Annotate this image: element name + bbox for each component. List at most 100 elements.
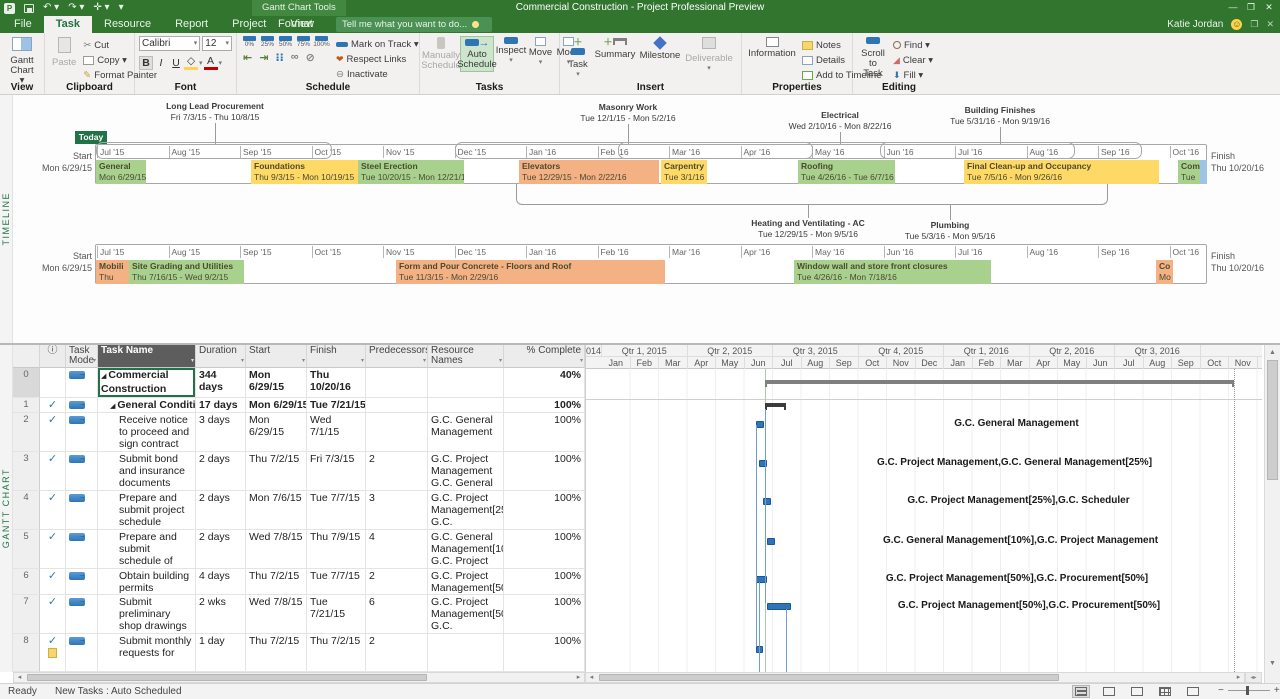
task-mode-cell[interactable] — [66, 398, 98, 413]
resource-names-cell[interactable]: G.C. General Management[10 G.C. Project — [428, 530, 504, 569]
timeline-callout[interactable]: Masonry WorkTue 12/1/15 - Mon 5/2/16 — [580, 102, 675, 124]
table-row[interactable]: 4✓Prepare and submit project schedule2 d… — [13, 491, 585, 530]
find-button[interactable]: Find ▾ — [893, 38, 933, 52]
predecessors-cell[interactable] — [366, 398, 428, 413]
predecessors-cell[interactable]: 2 — [366, 452, 428, 491]
timeline-band-2[interactable]: Jul '15Aug '15Sep '15Oct '15Nov '15Dec '… — [95, 244, 1207, 284]
resource-names-cell[interactable]: G.C. General Management — [428, 413, 504, 452]
finish-cell[interactable]: Tue 7/21/15 — [307, 595, 366, 634]
filter-arrow-icon[interactable]: ▾ — [93, 356, 96, 366]
insert-task-button[interactable]: ＋ Task▾ — [564, 36, 592, 81]
percent-complete-cell[interactable]: 100% — [504, 595, 585, 634]
resource-names-cell[interactable]: G.C. Project Management[25 G.C. Schedule… — [428, 491, 504, 530]
gantt-summary-bar[interactable] — [765, 380, 1234, 387]
table-row[interactable]: 6✓Obtain building permits4 daysThu 7/2/1… — [13, 569, 585, 595]
predecessors-cell[interactable]: 6 — [366, 595, 428, 634]
scrollbar-split-handle[interactable]: ◂▸ — [1245, 672, 1262, 683]
gantt-scroll-right-arrow[interactable]: ▸ — [1233, 673, 1244, 682]
start-cell[interactable]: Mon 6/29/15 — [246, 368, 307, 398]
row-info-cell[interactable]: ✓ — [40, 413, 66, 452]
timeline-task-bar[interactable]: ElevatorsTue 12/29/15 - Mon 2/22/16 — [519, 160, 659, 184]
row-info-cell[interactable]: ✓ — [40, 595, 66, 634]
manually-schedule-button[interactable]: Manually Schedule — [424, 36, 458, 72]
filter-arrow-icon[interactable]: ▾ — [580, 356, 583, 366]
background-color-button[interactable]: ◇ — [184, 55, 198, 70]
tab-format[interactable]: Format — [266, 16, 325, 33]
tab-resource[interactable]: Resource — [92, 16, 163, 33]
filter-arrow-icon[interactable]: ▾ — [241, 356, 244, 366]
timeline-task-bar[interactable]: Steel ErectionTue 10/20/15 - Mon 12/21/1… — [358, 160, 464, 184]
filter-arrow-icon[interactable]: ▾ — [361, 356, 364, 366]
font-size-combo[interactable]: 12▾ — [202, 36, 232, 51]
percent-complete-cell[interactable]: 100% — [504, 569, 585, 595]
underline-button[interactable]: U — [169, 57, 183, 69]
table-row[interactable]: 8✓Submit monthly requests for1 dayThu 7/… — [13, 634, 585, 672]
gantt-scroll-left-arrow[interactable]: ◂ — [586, 673, 597, 682]
gantt-summary-bar[interactable] — [765, 403, 786, 410]
table-horizontal-scrollbar[interactable]: ◂ ▸ — [13, 672, 585, 683]
task-mode-cell[interactable] — [66, 569, 98, 595]
paste-button[interactable]: Paste — [49, 36, 79, 82]
percent-complete-cell[interactable]: 100% — [504, 398, 585, 413]
zoom-out-button[interactable]: − — [1218, 685, 1224, 696]
table-row[interactable]: 0◢Commercial Construction344 daysMon 6/2… — [13, 368, 585, 398]
collapse-ribbon-icon[interactable]: ✕ — [1266, 19, 1274, 30]
share-icon[interactable]: ❐ — [1250, 19, 1258, 30]
duration-cell[interactable]: 3 days — [196, 413, 246, 452]
task-name-cell[interactable]: Prepare and submit schedule of — [98, 530, 196, 569]
task-mode-cell[interactable] — [66, 368, 98, 398]
predecessors-cell[interactable] — [366, 413, 428, 452]
table-row[interactable]: 3✓Submit bond and insurance documents2 d… — [13, 452, 585, 491]
column-header-Finish[interactable]: Finish▾ — [307, 345, 366, 368]
unlink-tasks-icon[interactable]: ⇤ — [243, 51, 252, 64]
duration-cell[interactable]: 2 days — [196, 530, 246, 569]
customize-qat-icon[interactable]: ▾ — [119, 2, 124, 14]
task-name-cell[interactable]: Submit preliminary shop drawings — [98, 595, 196, 634]
percent-complete-75%-button[interactable]: 75% — [295, 36, 312, 48]
unlink-icon[interactable]: ⊘ — [306, 51, 315, 64]
percent-complete-0%-button[interactable]: 0% — [241, 36, 258, 48]
timeline-callout[interactable]: Heating and Ventilating - ACTue 12/29/15… — [751, 218, 865, 240]
percent-complete-cell[interactable]: 40% — [504, 368, 585, 398]
zoom-in-button[interactable]: + — [1274, 685, 1280, 696]
task-mode-cell[interactable] — [66, 491, 98, 530]
row-info-cell[interactable]: ✓ — [40, 634, 66, 672]
row-number[interactable]: 5 — [13, 530, 40, 569]
filter-arrow-icon[interactable]: ▾ — [499, 356, 502, 366]
table-row[interactable]: 5✓Prepare and submit schedule of2 daysWe… — [13, 530, 585, 569]
scroll-to-task-button[interactable]: Scroll to Task — [857, 36, 889, 82]
column-header-Predecessors[interactable]: Predecessors▾ — [366, 345, 428, 368]
task-mode-cell[interactable] — [66, 634, 98, 672]
task-name-cell[interactable]: ◢General Condition — [98, 398, 196, 413]
task-name-cell[interactable]: Submit monthly requests for — [98, 634, 196, 672]
row-number[interactable]: 2 — [13, 413, 40, 452]
clear-button[interactable]: ◢Clear ▾ — [893, 53, 933, 67]
link-selected-tasks-icon[interactable]: ⇥ — [259, 51, 268, 64]
vertical-scrollbar[interactable]: ▲ ▼ — [1264, 345, 1280, 683]
predecessors-cell[interactable]: 2 — [366, 634, 428, 672]
duration-cell[interactable]: 344 days — [196, 368, 246, 398]
finish-cell[interactable]: Tue 7/21/15 — [307, 398, 366, 413]
finish-cell[interactable]: Thu 10/20/16 — [307, 368, 366, 398]
timeline-task-bar[interactable]: RoofingTue 4/26/16 - Tue 6/7/16 — [798, 160, 895, 184]
start-cell[interactable]: Mon 7/6/15 — [246, 491, 307, 530]
percent-complete-cell[interactable]: 100% — [504, 530, 585, 569]
finish-cell[interactable]: Thu 7/2/15 — [307, 634, 366, 672]
row-info-cell[interactable]: ✓ — [40, 452, 66, 491]
predecessors-cell[interactable]: 4 — [366, 530, 428, 569]
feedback-smiley-icon[interactable]: ☺ — [1231, 19, 1242, 30]
new-tasks-mode-button[interactable]: New Tasks : Auto Scheduled — [55, 686, 182, 697]
duration-cell[interactable]: 2 wks — [196, 595, 246, 634]
table-row[interactable]: 7✓Submit preliminary shop drawings2 wksW… — [13, 595, 585, 634]
split-task-icon[interactable]: ⁝⁝ — [275, 51, 283, 64]
percent-complete-cell[interactable]: 100% — [504, 413, 585, 452]
duration-cell[interactable]: 2 days — [196, 452, 246, 491]
row-number[interactable]: 8 — [13, 634, 40, 672]
timeline-task-bar[interactable] — [1200, 160, 1207, 184]
start-cell[interactable]: Mon 6/29/15 — [246, 398, 307, 413]
duration-cell[interactable]: 17 days — [196, 398, 246, 413]
resource-names-cell[interactable] — [428, 634, 504, 672]
start-cell[interactable]: Wed 7/8/15 — [246, 595, 307, 634]
percent-complete-25%-button[interactable]: 25% — [259, 36, 276, 48]
timeline-callout[interactable]: PlumbingTue 5/3/16 - Mon 9/5/16 — [905, 220, 995, 242]
